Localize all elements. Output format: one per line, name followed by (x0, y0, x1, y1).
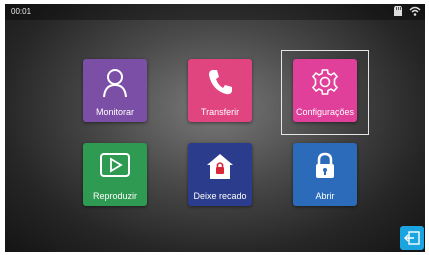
abrir-button[interactable]: Abrir (293, 143, 357, 206)
deixe-recado-label: Deixe recado (193, 191, 247, 201)
deixe-recado-button[interactable]: Deixe recado (188, 143, 252, 206)
configuracoes-button[interactable]: Configurações (293, 59, 357, 122)
exit-icon (404, 231, 420, 245)
gear-icon (311, 68, 339, 101)
sd-card-icon (393, 5, 403, 17)
status-icons (393, 5, 421, 17)
reproduzir-button[interactable]: Reproduzir (83, 143, 147, 206)
status-bar: 00:01 (5, 4, 425, 20)
monitorar-label: Monitorar (95, 107, 134, 117)
phone-icon (207, 68, 233, 101)
reproduzir-label: Reproduzir (92, 191, 138, 201)
wifi-icon (409, 5, 421, 17)
clock: 00:01 (11, 7, 32, 16)
transferir-button[interactable]: Transferir (188, 59, 252, 122)
intercom-screen: 00:01 Monitorar Transferir Configurações… (5, 4, 425, 252)
configuracoes-label: Configurações (295, 107, 355, 117)
abrir-label: Abrir (315, 191, 335, 201)
exit-button[interactable] (400, 226, 424, 250)
play-screen-icon (99, 152, 131, 183)
house-lock-icon (205, 152, 235, 185)
lock-icon (313, 152, 337, 185)
person-icon (102, 68, 128, 103)
monitorar-button[interactable]: Monitorar (83, 59, 147, 122)
transferir-label: Transferir (200, 107, 240, 117)
